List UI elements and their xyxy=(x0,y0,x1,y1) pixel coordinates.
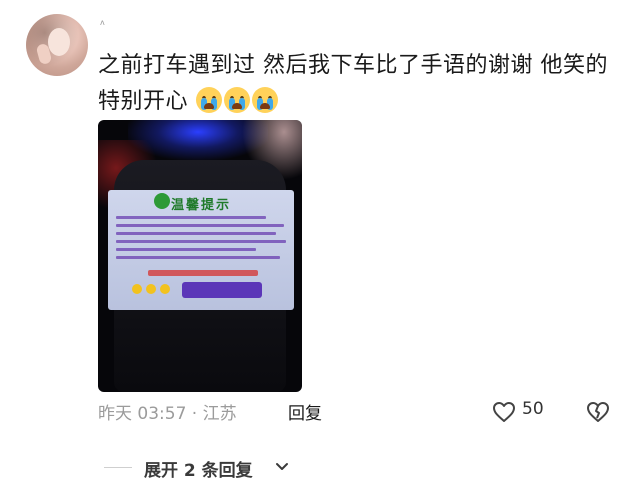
notice-title: 温馨提示 xyxy=(170,198,231,213)
smile-icon xyxy=(160,284,170,294)
reply-button[interactable]: 回复 xyxy=(288,399,322,424)
crying-face-icon xyxy=(223,87,250,113)
comment-meta: 昨天 03:57 · 江苏 xyxy=(98,404,237,424)
avatar[interactable] xyxy=(26,14,88,76)
comment-body: 之前打车遇到过 然后我下车比了手语的谢谢 他笑的特别开心 xyxy=(98,53,608,114)
comment-image[interactable]: 温馨提示 xyxy=(98,120,302,392)
crying-face-icon xyxy=(195,87,222,113)
divider xyxy=(104,467,132,468)
smile-icon xyxy=(132,284,142,294)
crying-face-icon xyxy=(251,87,278,113)
comment-text: 之前打车遇到过 然后我下车比了手语的谢谢 他笑的特别开心 xyxy=(98,48,618,120)
expand-replies-button[interactable]: 展开 2 条回复 xyxy=(144,456,253,481)
smile-icon xyxy=(146,284,156,294)
tiny-mark: ʌ xyxy=(100,18,105,27)
like-count: 50 xyxy=(522,399,544,419)
heart-icon[interactable] xyxy=(492,401,516,423)
chevron-down-icon[interactable] xyxy=(274,459,290,475)
broken-heart-icon[interactable] xyxy=(586,401,610,423)
notice-card: 温馨提示 xyxy=(108,190,294,310)
